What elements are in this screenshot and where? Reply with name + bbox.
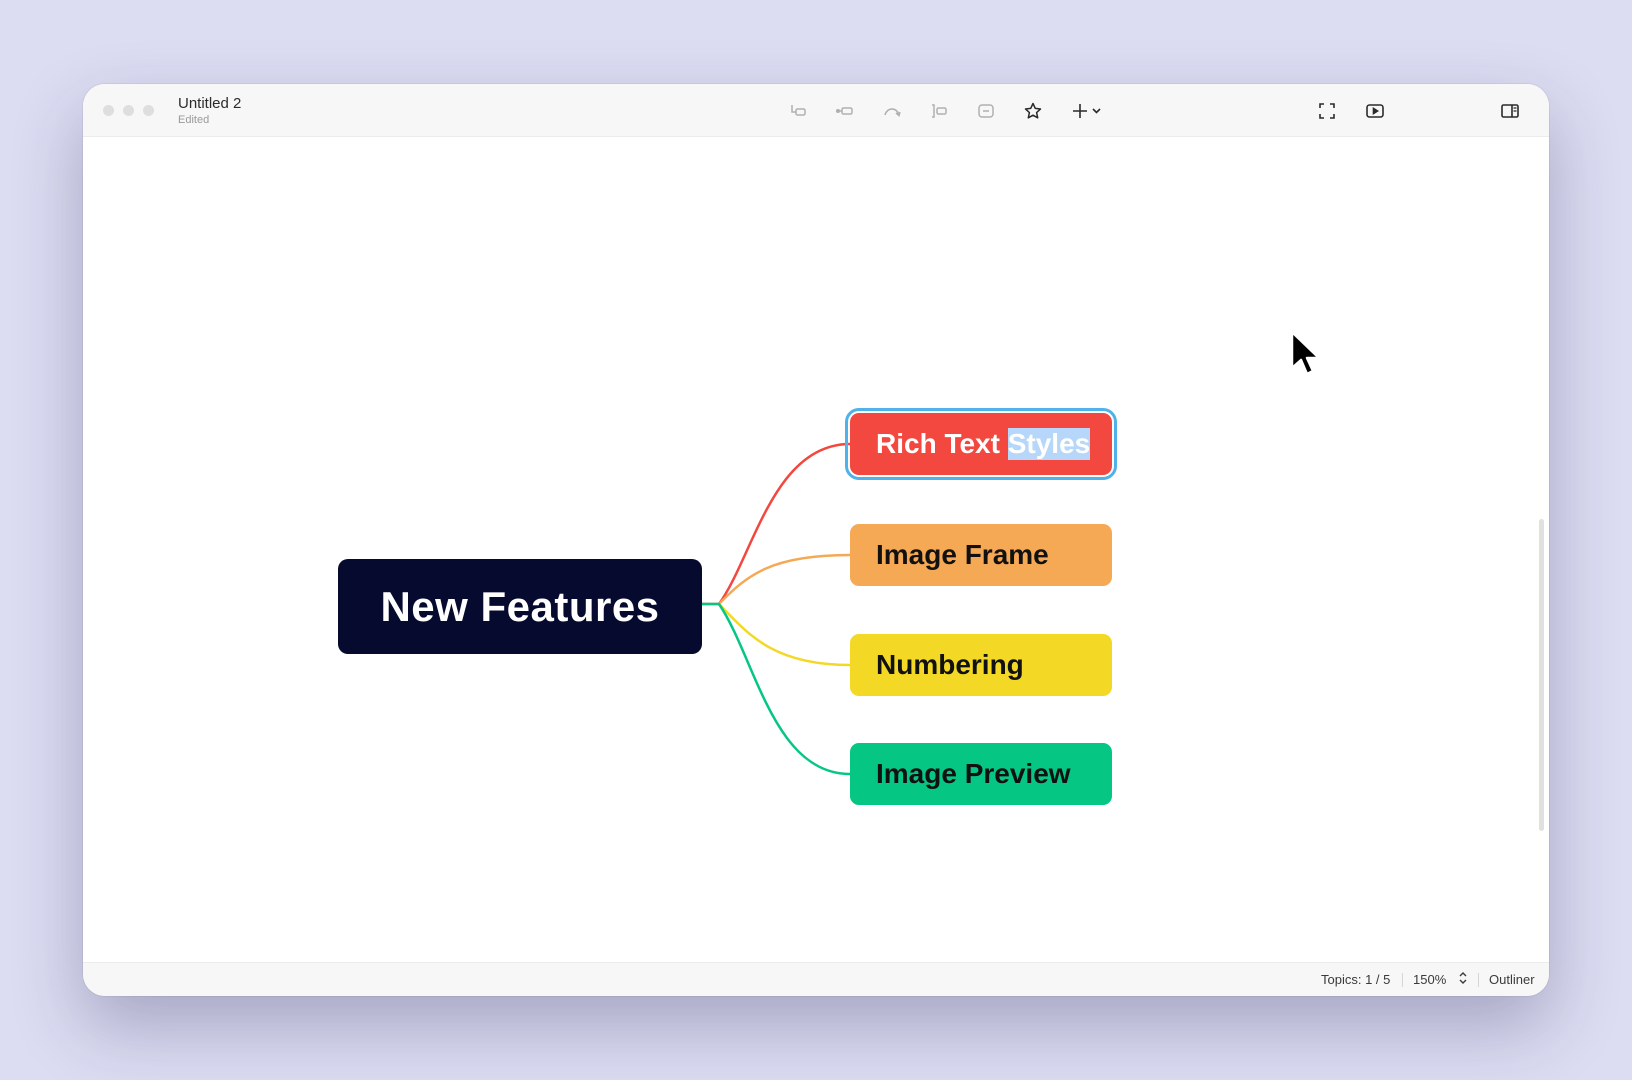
app-window: Untitled 2 Edited New Features Rich Text… <box>83 84 1549 996</box>
mouse-cursor-icon <box>1290 330 1322 385</box>
document-status: Edited <box>178 114 210 126</box>
minimize-window-button[interactable] <box>123 105 134 116</box>
connector-image-preview <box>702 602 851 776</box>
topic-numbering[interactable]: Numbering <box>850 634 1112 696</box>
summary-icon[interactable] <box>973 98 999 124</box>
mindmap-canvas[interactable]: New Features Rich Text Styles Image Fram… <box>83 137 1549 963</box>
close-window-button[interactable] <box>103 105 114 116</box>
status-bar: Topics: 1 / 5 150% Outliner <box>83 962 1549 996</box>
central-topic[interactable]: New Features <box>338 559 702 654</box>
status-divider <box>1402 973 1403 987</box>
relationship-icon[interactable] <box>879 98 905 124</box>
topics-count: Topics: 1 / 5 <box>1321 972 1391 987</box>
topic-text: Rich Text <box>876 428 1008 459</box>
topic-icon[interactable] <box>785 98 811 124</box>
outliner-button[interactable]: Outliner <box>1489 972 1535 987</box>
play-icon[interactable] <box>1362 98 1388 124</box>
sidebar-icon[interactable] <box>1497 98 1523 124</box>
connector-lines <box>702 442 851 776</box>
subtopic-icon[interactable] <box>832 98 858 124</box>
zoom-stepper-icon[interactable] <box>1458 969 1468 990</box>
star-icon[interactable] <box>1020 98 1046 124</box>
selected-text: Styles <box>1007 428 1091 460</box>
connector-rich-text <box>702 442 851 606</box>
connector-image-frame <box>718 553 851 605</box>
topic-image-frame[interactable]: Image Frame <box>850 524 1112 586</box>
document-title: Untitled 2 <box>178 95 242 112</box>
connector-numbering <box>718 603 851 667</box>
status-divider <box>1478 973 1479 987</box>
vertical-scrollbar[interactable] <box>1539 519 1544 831</box>
boundary-icon[interactable] <box>926 98 952 124</box>
topic-rich-text-styles[interactable]: Rich Text Styles <box>845 408 1117 480</box>
topic-image-preview[interactable]: Image Preview <box>850 743 1112 805</box>
fullscreen-icon[interactable] <box>1314 98 1340 124</box>
add-icon[interactable] <box>1068 98 1108 124</box>
zoom-level[interactable]: 150% <box>1413 972 1446 987</box>
title-bar: Untitled 2 Edited <box>83 84 1549 137</box>
zoom-window-button[interactable] <box>143 105 154 116</box>
